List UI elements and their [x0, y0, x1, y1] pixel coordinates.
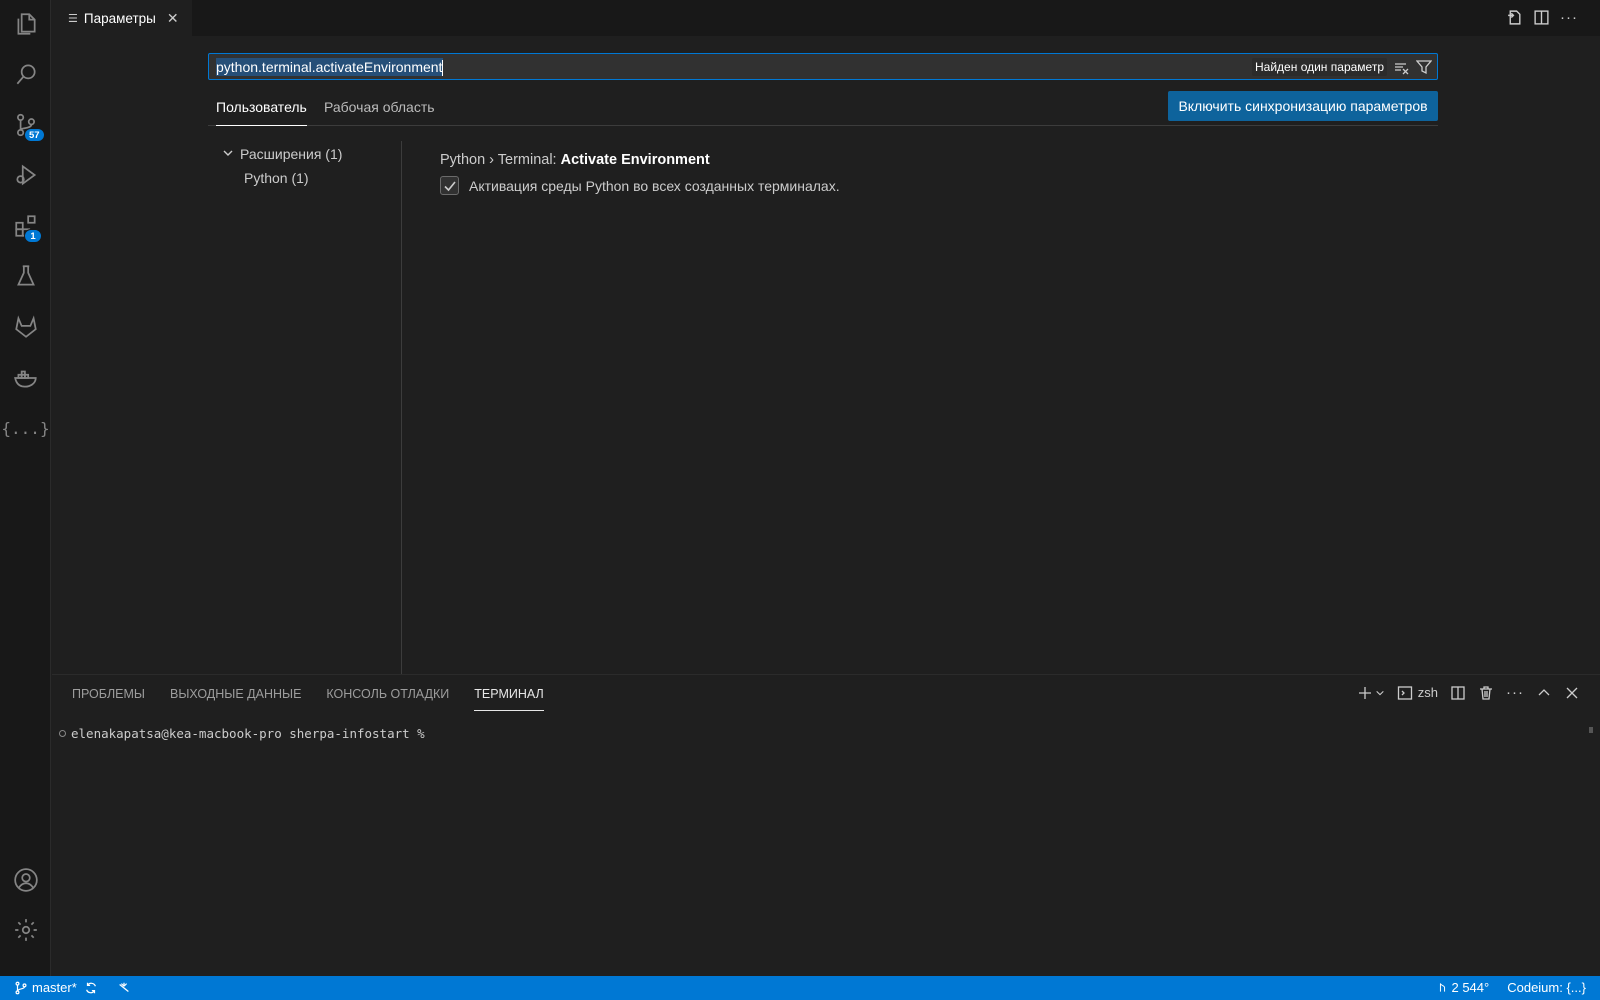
search-icon: [16, 64, 36, 85]
git-branch-icon: [15, 981, 27, 994]
tab-problems[interactable]: ПРОБЛЕМЫ: [72, 687, 145, 711]
enable-settings-sync-button[interactable]: Включить синхронизацию параметров: [1168, 91, 1438, 121]
toc-divider: [401, 141, 402, 674]
source-control-badge: 57: [24, 128, 45, 142]
git-stat-item[interactable]: 2 544°: [1437, 980, 1489, 995]
terminal-icon: [1397, 685, 1412, 700]
terminal-prompt: elenakapatsa@kea-macbook-pro sherpa-info…: [71, 726, 425, 741]
search-button[interactable]: [0, 50, 51, 98]
tab-debug-console[interactable]: КОНСОЛЬ ОТЛАДКИ: [326, 687, 449, 711]
setting-item: Python › Terminal: Activate Environment …: [440, 152, 840, 195]
tab-settings[interactable]: ☰ Параметры ✕: [52, 0, 192, 36]
activate-environment-checkbox[interactable]: [440, 176, 459, 195]
git-stat-label: 2 544°: [1451, 980, 1490, 995]
gitlab-button[interactable]: [0, 303, 51, 351]
toc-item-python[interactable]: Python (1): [222, 166, 402, 190]
editor-tab-strip: ☰ Параметры ✕ ···: [52, 0, 1600, 36]
docker-button[interactable]: [0, 354, 51, 402]
git-pull-icon: [1440, 983, 1446, 992]
toc-item-extensions[interactable]: Расширения (1): [222, 142, 402, 166]
setting-category: Python › Terminal:: [440, 152, 561, 168]
more-actions-icon[interactable]: ···: [1506, 684, 1524, 701]
run-debug-icon: [15, 164, 36, 186]
setting-title: Python › Terminal: Activate Environment: [440, 152, 840, 168]
check-icon: [443, 180, 456, 191]
codeium-status[interactable]: Codeium: {...}: [1507, 980, 1586, 995]
tab-terminal[interactable]: ТЕРМИНАЛ: [474, 687, 544, 711]
sync-icon[interactable]: [84, 981, 98, 995]
terminal-shell-label: zsh: [1417, 685, 1438, 700]
status-bar-left: master*: [14, 980, 131, 995]
run-debug-button[interactable]: [0, 151, 51, 199]
settings-toc: Расширения (1) Python (1): [222, 142, 402, 190]
split-editor-icon[interactable]: [1533, 9, 1550, 26]
json-icon: {...}: [1, 418, 50, 438]
account-icon: [13, 868, 38, 892]
maximize-panel-icon[interactable]: [1536, 685, 1552, 701]
panel-actions: zsh ···: [1357, 684, 1580, 701]
close-icon[interactable]: ✕: [167, 10, 179, 27]
ports-broadcast-icon[interactable]: [117, 981, 131, 995]
tab-user[interactable]: Пользователь: [216, 99, 307, 126]
terminal-scrollbar[interactable]: [1589, 727, 1593, 733]
branch-label: master*: [32, 980, 77, 995]
trash-icon[interactable]: [1478, 685, 1494, 701]
setting-description: Активация среды Python во всех созданных…: [469, 177, 840, 194]
split-terminal-icon[interactable]: [1450, 685, 1466, 701]
json-button[interactable]: {...}: [0, 404, 51, 452]
setting-name: Activate Environment: [560, 152, 710, 168]
testing-icon: [16, 265, 35, 286]
more-actions-icon[interactable]: ···: [1560, 9, 1578, 26]
open-settings-json-icon[interactable]: [1506, 9, 1523, 26]
search-result-count: Найден один параметр: [1252, 58, 1387, 76]
status-bar-right: 2 544° Codeium: {...}: [1437, 980, 1586, 995]
gitlab-icon: [14, 315, 37, 338]
clear-filter-icon[interactable]: [1394, 60, 1410, 79]
tab-label: Параметры: [83, 11, 156, 26]
explorer-button[interactable]: [0, 0, 51, 48]
chevron-down-icon: [222, 146, 236, 162]
tab-output[interactable]: ВЫХОДНЫЕ ДАННЫЕ: [170, 687, 301, 711]
extensions-badge: 1: [24, 229, 42, 243]
bottom-panel: ПРОБЛЕМЫ ВЫХОДНЫЕ ДАННЫЕ КОНСОЛЬ ОТЛАДКИ…: [52, 674, 1600, 976]
settings-search-input[interactable]: python.terminal.activateEnvironment Найд…: [208, 53, 1438, 80]
settings-list-icon: ☰: [68, 13, 78, 25]
panel-tabs: ПРОБЛЕМЫ ВЫХОДНЫЕ ДАННЫЕ КОНСОЛЬ ОТЛАДКИ…: [72, 687, 544, 711]
terminal-prompt-line[interactable]: elenakapatsa@kea-macbook-pro sherpa-info…: [59, 726, 425, 741]
manage-button[interactable]: [0, 906, 51, 954]
testing-button[interactable]: [0, 252, 51, 300]
branch-item[interactable]: master*: [14, 980, 77, 995]
account-button[interactable]: [0, 856, 51, 904]
search-value: python.terminal.activateEnvironment: [216, 58, 444, 77]
settings-editor: python.terminal.activateEnvironment Найд…: [52, 36, 1600, 674]
terminal-shell-selector[interactable]: zsh: [1397, 685, 1438, 701]
filter-icon[interactable]: [1415, 59, 1433, 78]
toc-item-label: Python (1): [244, 170, 309, 186]
activity-bar: 57 1 {...}: [0, 0, 51, 976]
new-terminal-icon[interactable]: [1357, 685, 1373, 701]
command-decoration-icon: [59, 730, 66, 737]
extensions-button[interactable]: 1: [0, 202, 51, 250]
docker-icon: [13, 370, 37, 388]
source-control-button[interactable]: 57: [0, 101, 51, 149]
tab-workspace[interactable]: Рабочая область: [324, 99, 435, 126]
explorer-icon: [17, 13, 36, 35]
manage-gear-icon: [14, 919, 37, 941]
toc-item-label: Расширения (1): [240, 146, 343, 162]
editor-actions: ···: [1506, 9, 1578, 26]
close-panel-icon[interactable]: [1564, 685, 1580, 701]
chevron-down-icon[interactable]: [1375, 688, 1385, 698]
status-bar: master* 2 544° Codeium: {...}: [0, 976, 1600, 1000]
